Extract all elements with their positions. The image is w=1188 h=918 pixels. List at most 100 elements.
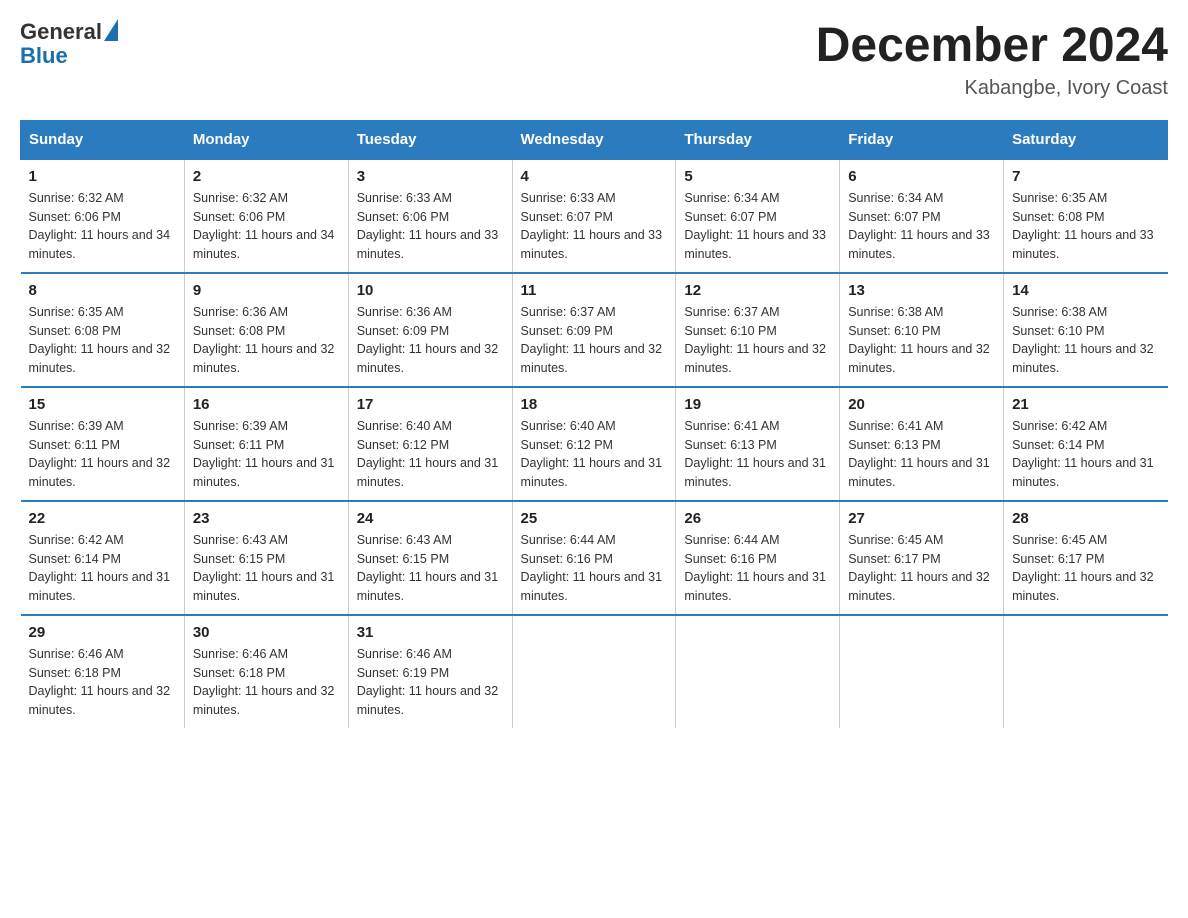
day-info: Sunrise: 6:37 AM Sunset: 6:10 PM Dayligh… xyxy=(684,303,831,378)
col-header-wednesday: Wednesday xyxy=(512,120,676,159)
calendar-cell: 4 Sunrise: 6:33 AM Sunset: 6:07 PM Dayli… xyxy=(512,159,676,273)
day-info: Sunrise: 6:43 AM Sunset: 6:15 PM Dayligh… xyxy=(193,531,340,606)
day-number: 31 xyxy=(357,624,504,641)
calendar-cell: 24 Sunrise: 6:43 AM Sunset: 6:15 PM Dayl… xyxy=(348,501,512,615)
day-number: 27 xyxy=(848,510,995,527)
day-number: 8 xyxy=(29,282,176,299)
day-number: 29 xyxy=(29,624,176,641)
day-number: 4 xyxy=(521,168,668,185)
day-info: Sunrise: 6:33 AM Sunset: 6:06 PM Dayligh… xyxy=(357,189,504,264)
col-header-saturday: Saturday xyxy=(1004,120,1168,159)
calendar-cell: 12 Sunrise: 6:37 AM Sunset: 6:10 PM Dayl… xyxy=(676,273,840,387)
calendar-cell xyxy=(1004,615,1168,728)
calendar-cell: 20 Sunrise: 6:41 AM Sunset: 6:13 PM Dayl… xyxy=(840,387,1004,501)
day-info: Sunrise: 6:35 AM Sunset: 6:08 PM Dayligh… xyxy=(29,303,176,378)
day-info: Sunrise: 6:39 AM Sunset: 6:11 PM Dayligh… xyxy=(193,417,340,492)
day-info: Sunrise: 6:39 AM Sunset: 6:11 PM Dayligh… xyxy=(29,417,176,492)
day-info: Sunrise: 6:36 AM Sunset: 6:09 PM Dayligh… xyxy=(357,303,504,378)
day-number: 5 xyxy=(684,168,831,185)
calendar-week-row: 15 Sunrise: 6:39 AM Sunset: 6:11 PM Dayl… xyxy=(21,387,1168,501)
location-label: Kabangbe, Ivory Coast xyxy=(816,77,1168,100)
day-info: Sunrise: 6:40 AM Sunset: 6:12 PM Dayligh… xyxy=(357,417,504,492)
day-number: 17 xyxy=(357,396,504,413)
calendar-cell: 13 Sunrise: 6:38 AM Sunset: 6:10 PM Dayl… xyxy=(840,273,1004,387)
day-info: Sunrise: 6:35 AM Sunset: 6:08 PM Dayligh… xyxy=(1012,189,1159,264)
calendar-cell: 1 Sunrise: 6:32 AM Sunset: 6:06 PM Dayli… xyxy=(21,159,185,273)
day-info: Sunrise: 6:44 AM Sunset: 6:16 PM Dayligh… xyxy=(521,531,668,606)
calendar-cell: 21 Sunrise: 6:42 AM Sunset: 6:14 PM Dayl… xyxy=(1004,387,1168,501)
day-number: 13 xyxy=(848,282,995,299)
calendar-cell: 5 Sunrise: 6:34 AM Sunset: 6:07 PM Dayli… xyxy=(676,159,840,273)
day-info: Sunrise: 6:33 AM Sunset: 6:07 PM Dayligh… xyxy=(521,189,668,264)
logo: General Blue xyxy=(20,20,118,68)
day-info: Sunrise: 6:37 AM Sunset: 6:09 PM Dayligh… xyxy=(521,303,668,378)
day-info: Sunrise: 6:43 AM Sunset: 6:15 PM Dayligh… xyxy=(357,531,504,606)
day-info: Sunrise: 6:38 AM Sunset: 6:10 PM Dayligh… xyxy=(1012,303,1159,378)
col-header-monday: Monday xyxy=(184,120,348,159)
day-number: 22 xyxy=(29,510,176,527)
day-number: 6 xyxy=(848,168,995,185)
calendar-cell: 28 Sunrise: 6:45 AM Sunset: 6:17 PM Dayl… xyxy=(1004,501,1168,615)
day-number: 28 xyxy=(1012,510,1159,527)
day-number: 30 xyxy=(193,624,340,641)
day-number: 2 xyxy=(193,168,340,185)
day-info: Sunrise: 6:46 AM Sunset: 6:18 PM Dayligh… xyxy=(29,645,176,720)
calendar-cell: 9 Sunrise: 6:36 AM Sunset: 6:08 PM Dayli… xyxy=(184,273,348,387)
calendar-cell: 31 Sunrise: 6:46 AM Sunset: 6:19 PM Dayl… xyxy=(348,615,512,728)
calendar-table: SundayMondayTuesdayWednesdayThursdayFrid… xyxy=(20,120,1168,728)
day-number: 21 xyxy=(1012,396,1159,413)
day-info: Sunrise: 6:38 AM Sunset: 6:10 PM Dayligh… xyxy=(848,303,995,378)
day-number: 16 xyxy=(193,396,340,413)
calendar-cell: 7 Sunrise: 6:35 AM Sunset: 6:08 PM Dayli… xyxy=(1004,159,1168,273)
day-number: 7 xyxy=(1012,168,1159,185)
day-info: Sunrise: 6:36 AM Sunset: 6:08 PM Dayligh… xyxy=(193,303,340,378)
calendar-cell: 22 Sunrise: 6:42 AM Sunset: 6:14 PM Dayl… xyxy=(21,501,185,615)
calendar-cell xyxy=(676,615,840,728)
day-info: Sunrise: 6:45 AM Sunset: 6:17 PM Dayligh… xyxy=(1012,531,1159,606)
calendar-cell: 17 Sunrise: 6:40 AM Sunset: 6:12 PM Dayl… xyxy=(348,387,512,501)
col-header-friday: Friday xyxy=(840,120,1004,159)
calendar-cell: 14 Sunrise: 6:38 AM Sunset: 6:10 PM Dayl… xyxy=(1004,273,1168,387)
calendar-week-row: 22 Sunrise: 6:42 AM Sunset: 6:14 PM Dayl… xyxy=(21,501,1168,615)
calendar-cell xyxy=(512,615,676,728)
day-info: Sunrise: 6:40 AM Sunset: 6:12 PM Dayligh… xyxy=(521,417,668,492)
day-number: 18 xyxy=(521,396,668,413)
day-number: 9 xyxy=(193,282,340,299)
day-info: Sunrise: 6:34 AM Sunset: 6:07 PM Dayligh… xyxy=(848,189,995,264)
day-number: 24 xyxy=(357,510,504,527)
day-number: 1 xyxy=(29,168,176,185)
calendar-cell: 23 Sunrise: 6:43 AM Sunset: 6:15 PM Dayl… xyxy=(184,501,348,615)
calendar-cell: 11 Sunrise: 6:37 AM Sunset: 6:09 PM Dayl… xyxy=(512,273,676,387)
day-info: Sunrise: 6:42 AM Sunset: 6:14 PM Dayligh… xyxy=(1012,417,1159,492)
logo-triangle-icon xyxy=(104,19,118,41)
day-info: Sunrise: 6:32 AM Sunset: 6:06 PM Dayligh… xyxy=(193,189,340,264)
day-info: Sunrise: 6:46 AM Sunset: 6:19 PM Dayligh… xyxy=(357,645,504,720)
calendar-cell xyxy=(840,615,1004,728)
logo-blue-text: Blue xyxy=(20,44,118,68)
day-info: Sunrise: 6:41 AM Sunset: 6:13 PM Dayligh… xyxy=(848,417,995,492)
col-header-thursday: Thursday xyxy=(676,120,840,159)
calendar-cell: 8 Sunrise: 6:35 AM Sunset: 6:08 PM Dayli… xyxy=(21,273,185,387)
day-info: Sunrise: 6:45 AM Sunset: 6:17 PM Dayligh… xyxy=(848,531,995,606)
day-info: Sunrise: 6:41 AM Sunset: 6:13 PM Dayligh… xyxy=(684,417,831,492)
day-info: Sunrise: 6:42 AM Sunset: 6:14 PM Dayligh… xyxy=(29,531,176,606)
month-title: December 2024 xyxy=(816,20,1168,73)
day-number: 14 xyxy=(1012,282,1159,299)
day-info: Sunrise: 6:34 AM Sunset: 6:07 PM Dayligh… xyxy=(684,189,831,264)
day-number: 25 xyxy=(521,510,668,527)
calendar-cell: 10 Sunrise: 6:36 AM Sunset: 6:09 PM Dayl… xyxy=(348,273,512,387)
day-number: 26 xyxy=(684,510,831,527)
day-number: 20 xyxy=(848,396,995,413)
day-info: Sunrise: 6:32 AM Sunset: 6:06 PM Dayligh… xyxy=(29,189,176,264)
calendar-cell: 29 Sunrise: 6:46 AM Sunset: 6:18 PM Dayl… xyxy=(21,615,185,728)
calendar-cell: 27 Sunrise: 6:45 AM Sunset: 6:17 PM Dayl… xyxy=(840,501,1004,615)
day-number: 12 xyxy=(684,282,831,299)
logo-general-text: General xyxy=(20,20,102,44)
calendar-week-row: 8 Sunrise: 6:35 AM Sunset: 6:08 PM Dayli… xyxy=(21,273,1168,387)
col-header-tuesday: Tuesday xyxy=(348,120,512,159)
calendar-cell: 15 Sunrise: 6:39 AM Sunset: 6:11 PM Dayl… xyxy=(21,387,185,501)
calendar-week-row: 1 Sunrise: 6:32 AM Sunset: 6:06 PM Dayli… xyxy=(21,159,1168,273)
day-info: Sunrise: 6:44 AM Sunset: 6:16 PM Dayligh… xyxy=(684,531,831,606)
calendar-header-row: SundayMondayTuesdayWednesdayThursdayFrid… xyxy=(21,120,1168,159)
calendar-cell: 25 Sunrise: 6:44 AM Sunset: 6:16 PM Dayl… xyxy=(512,501,676,615)
